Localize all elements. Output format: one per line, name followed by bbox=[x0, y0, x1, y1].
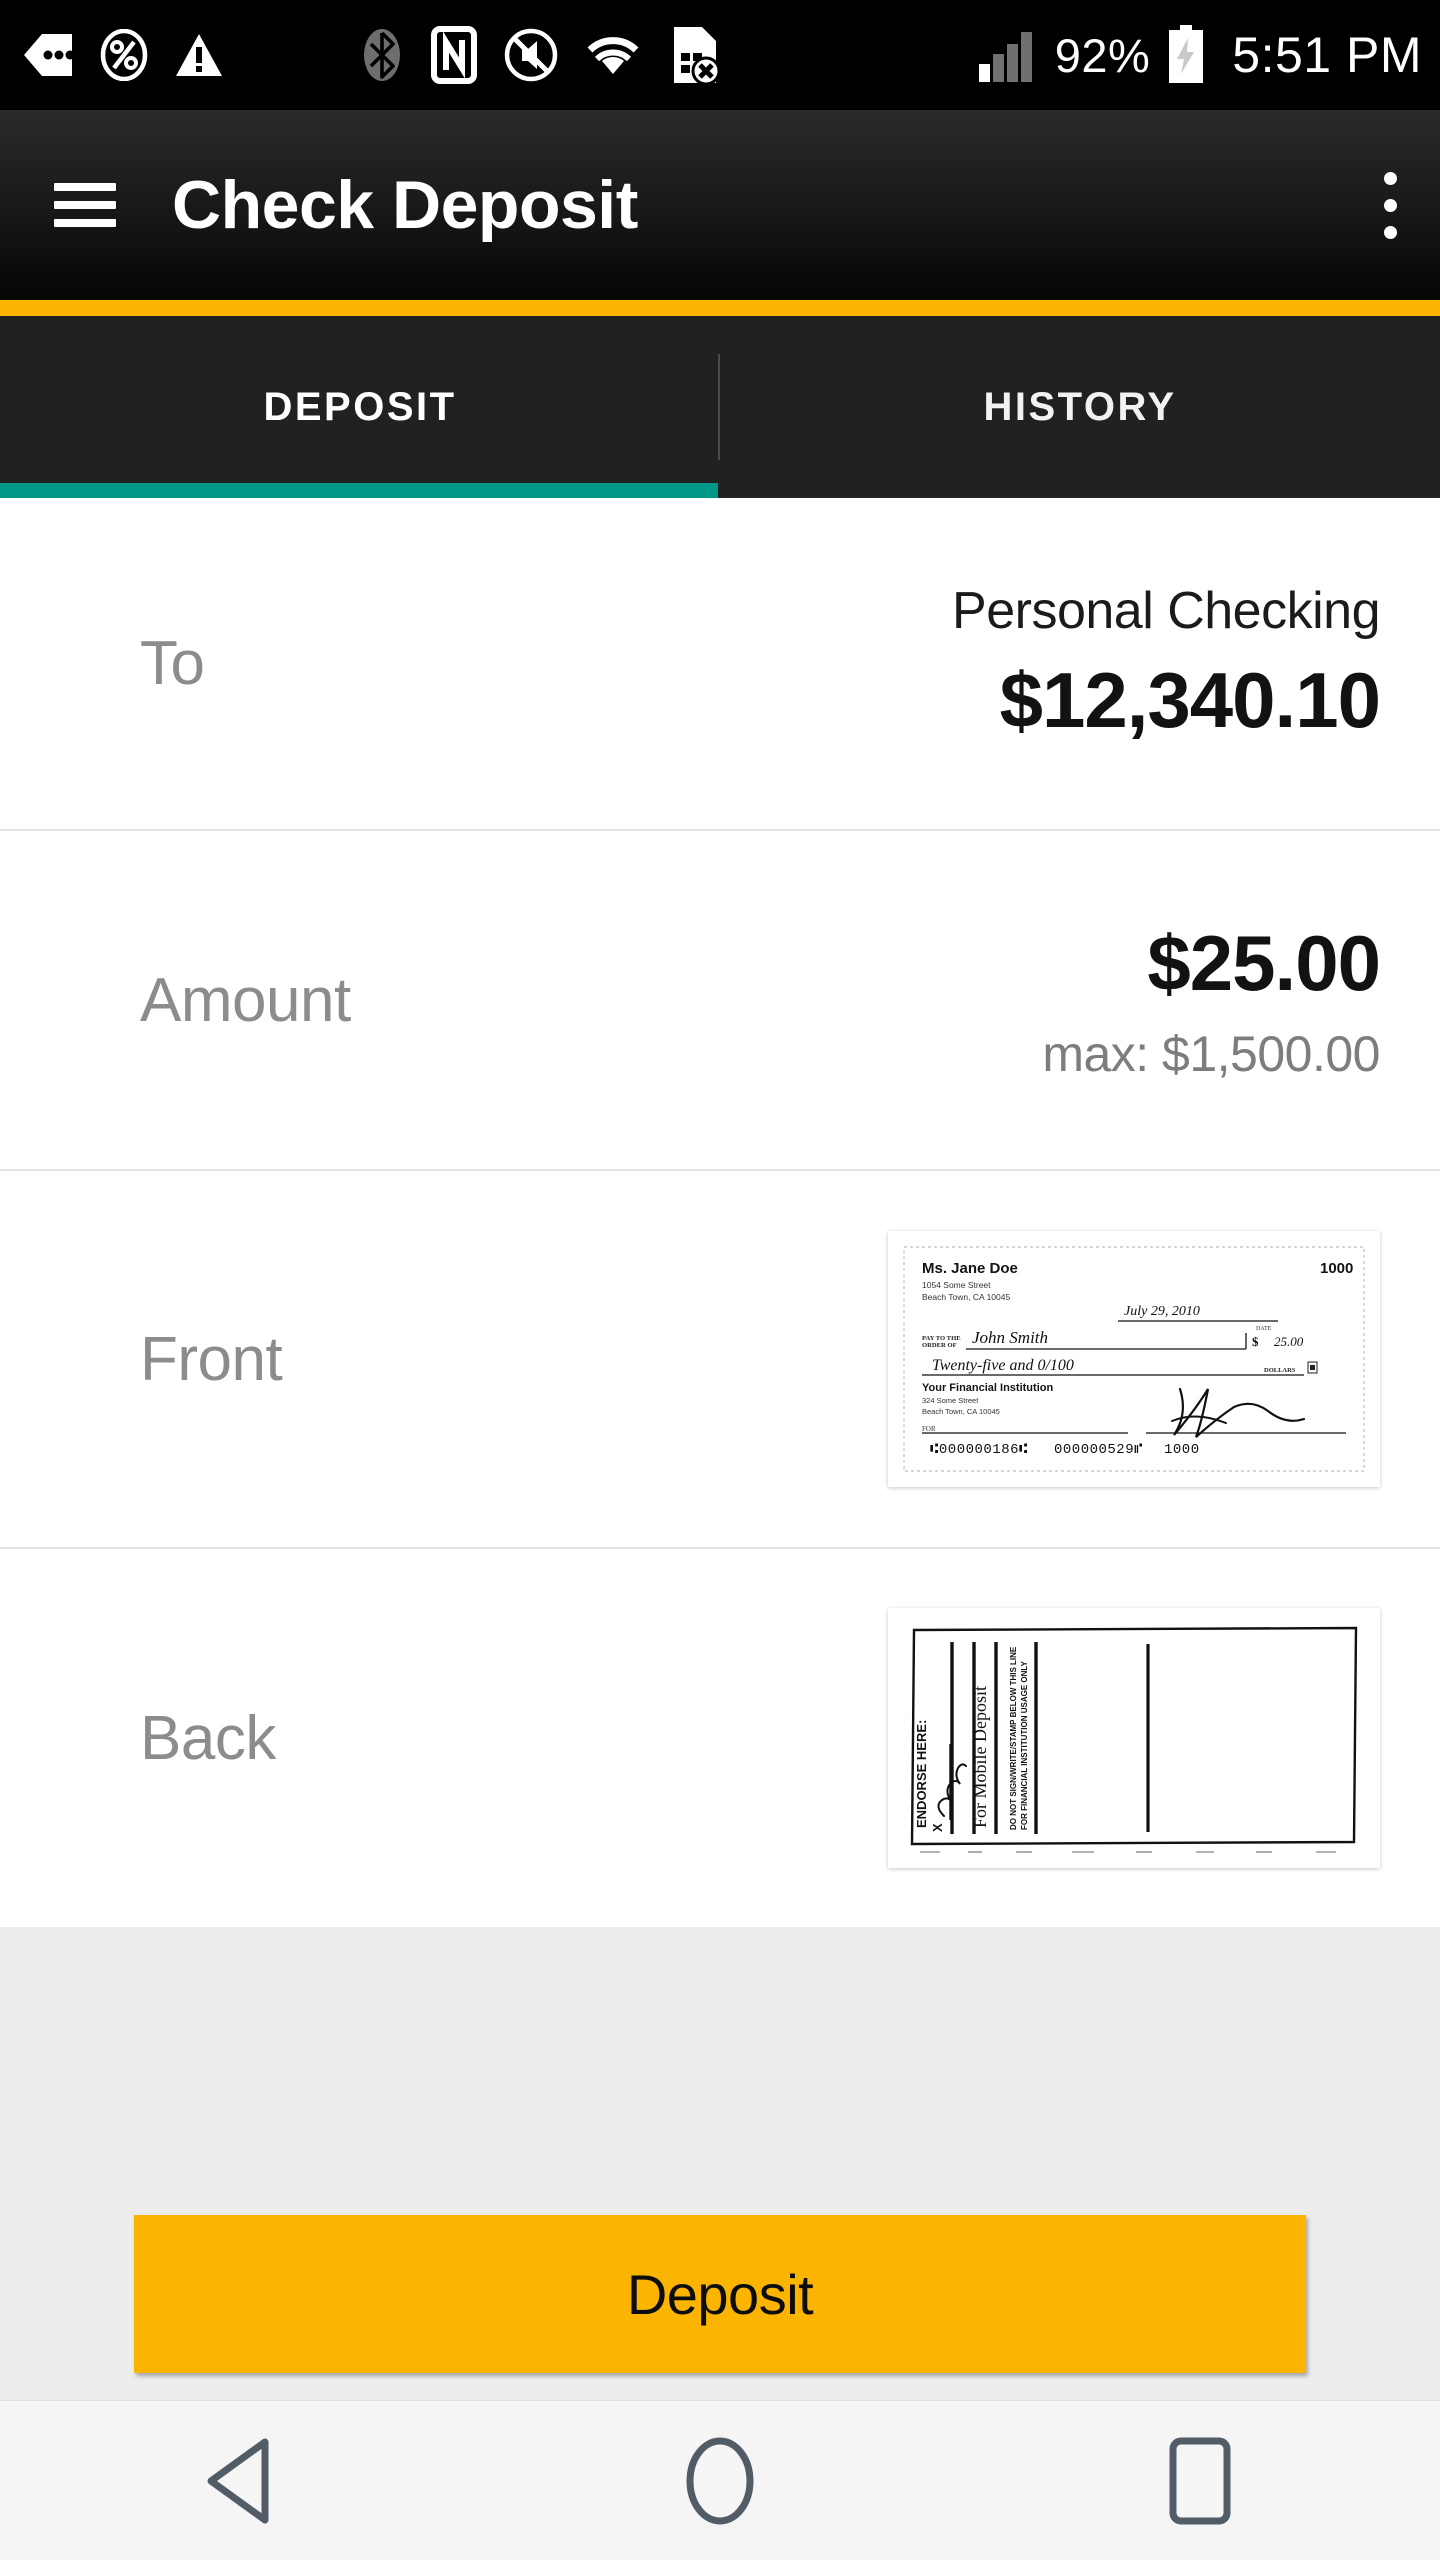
check-bank-city: Beach Town, CA 10045 bbox=[922, 1407, 1000, 1416]
check-number: 1000 bbox=[1320, 1260, 1353, 1277]
wifi-icon bbox=[587, 37, 639, 74]
check-date-label: DATE bbox=[1256, 1326, 1272, 1332]
phone-screen: 92% 5:51 PM Check Deposit DEPOSIT HISTOR… bbox=[0, 0, 1440, 2560]
check-micr-number: 1000 bbox=[1164, 1442, 1200, 1458]
nav-back-button[interactable] bbox=[155, 2421, 325, 2541]
row-to-value: Personal Checking $12,340.10 bbox=[952, 581, 1381, 746]
check-bank-name: Your Financial Institution bbox=[922, 1382, 1053, 1394]
status-bar-left-icons bbox=[22, 25, 977, 85]
recents-square-icon bbox=[1169, 2437, 1231, 2524]
tab-bar: DEPOSIT HISTORY bbox=[0, 316, 1440, 498]
check-payer-street: 1054 Some Street bbox=[922, 1280, 991, 1290]
footer-panel: Deposit bbox=[0, 1927, 1440, 2400]
check-amount-symbol: $ bbox=[1252, 1334, 1259, 1349]
row-amount[interactable]: Amount $25.00 max: $1,500.00 bbox=[0, 831, 1440, 1171]
back-warning-line-1: DO NOT SIGN/WRITE/STAMP BELOW THIS LINE bbox=[1009, 1646, 1018, 1830]
row-to[interactable]: To Personal Checking $12,340.10 bbox=[0, 498, 1440, 831]
deposit-button[interactable]: Deposit bbox=[134, 2215, 1306, 2373]
android-nav-bar bbox=[0, 2400, 1440, 2560]
check-bank-street: 324 Some Street bbox=[922, 1396, 979, 1405]
back-triangle-icon bbox=[207, 2438, 269, 2523]
row-front[interactable]: Front Ms. Jane Doe 1054 Some Street Beac… bbox=[0, 1171, 1440, 1549]
row-amount-label: Amount bbox=[140, 965, 351, 1035]
check-date: July 29, 2010 bbox=[1124, 1304, 1200, 1319]
check-dollars-label: DOLLARS bbox=[1264, 1367, 1296, 1374]
bluetooth-icon bbox=[364, 29, 400, 81]
messaging-icon bbox=[24, 34, 74, 76]
check-front-thumbnail[interactable]: Ms. Jane Doe 1054 Some Street Beach Town… bbox=[888, 1231, 1380, 1487]
row-back[interactable]: Back ENDORSE HERE: X For Mobile Deposit … bbox=[0, 1549, 1440, 1927]
account-name: Personal Checking bbox=[952, 582, 1380, 640]
mute-icon bbox=[504, 28, 558, 82]
check-payee: John Smith bbox=[972, 1328, 1048, 1347]
row-amount-value: $25.00 max: $1,500.00 bbox=[1042, 918, 1381, 1083]
mobile-deposit-text: For Mobile Deposit bbox=[970, 1686, 990, 1828]
tab-history[interactable]: HISTORY bbox=[720, 316, 1440, 498]
hamburger-menu-icon[interactable] bbox=[54, 183, 116, 227]
battery-charging-icon bbox=[1169, 25, 1204, 83]
clock-text: 5:51 PM bbox=[1232, 27, 1422, 83]
tab-active-indicator bbox=[0, 483, 718, 498]
check-front-image: Ms. Jane Doe 1054 Some Street Beach Town… bbox=[896, 1239, 1372, 1479]
percent-circle-icon bbox=[100, 29, 148, 81]
amount-max-hint: max: $1,500.00 bbox=[1042, 1025, 1380, 1082]
deposit-form: To Personal Checking $12,340.10 Amount $… bbox=[0, 498, 1440, 1927]
check-memo-label: FOR bbox=[922, 1425, 936, 1433]
nfc-icon bbox=[431, 26, 477, 84]
check-back-thumbnail[interactable]: ENDORSE HERE: X For Mobile Deposit DO NO… bbox=[888, 1608, 1380, 1868]
warning-triangle-icon bbox=[176, 34, 222, 76]
check-micr-routing: ⑆000000186⑆ bbox=[930, 1442, 1028, 1458]
tab-divider bbox=[718, 354, 720, 460]
account-balance: $12,340.10 bbox=[999, 656, 1381, 744]
battery-percent-text: 92% bbox=[1054, 28, 1151, 82]
check-payer-city: Beach Town, CA 10045 bbox=[922, 1292, 1010, 1302]
row-front-label: Front bbox=[140, 1324, 283, 1394]
overflow-menu-icon[interactable] bbox=[1384, 171, 1398, 239]
back-warning-line-2: FOR FINANCIAL INSTITUTION USAGE ONLY bbox=[1020, 1660, 1029, 1830]
tab-deposit[interactable]: DEPOSIT bbox=[0, 316, 720, 498]
row-to-label: To bbox=[140, 629, 205, 698]
page-title: Check Deposit bbox=[172, 167, 638, 243]
signal-bars-icon bbox=[978, 32, 1032, 82]
amount-value: $25.00 bbox=[1147, 918, 1381, 1007]
tab-history-label: HISTORY bbox=[983, 384, 1177, 429]
endorse-x-mark: X bbox=[930, 1823, 945, 1832]
nav-home-button[interactable] bbox=[635, 2421, 805, 2541]
row-back-label: Back bbox=[140, 1703, 276, 1773]
accent-bar bbox=[0, 300, 1440, 316]
check-payto-label-1: PAY TO THE bbox=[922, 1335, 961, 1342]
check-payer-name: Ms. Jane Doe bbox=[922, 1260, 1018, 1277]
home-circle-icon bbox=[686, 2437, 754, 2524]
sim-card-error-icon bbox=[674, 27, 720, 85]
nav-recents-button[interactable] bbox=[1115, 2421, 1285, 2541]
status-bar: 92% 5:51 PM bbox=[0, 0, 1440, 110]
endorse-here-label: ENDORSE HERE: bbox=[914, 1720, 929, 1828]
check-micr-account: 000000529⑈ bbox=[1054, 1442, 1143, 1458]
tab-deposit-label: DEPOSIT bbox=[263, 384, 457, 429]
check-amount-words: Twenty-five and 0/100 bbox=[932, 1357, 1074, 1374]
app-bar: Check Deposit bbox=[0, 110, 1440, 300]
status-bar-right: 92% 5:51 PM bbox=[977, 25, 1422, 85]
check-back-image: ENDORSE HERE: X For Mobile Deposit DO NO… bbox=[896, 1616, 1372, 1860]
check-amount-numeric: 25.00 bbox=[1274, 1334, 1304, 1349]
check-payto-label-2: ORDER OF bbox=[922, 1342, 957, 1349]
